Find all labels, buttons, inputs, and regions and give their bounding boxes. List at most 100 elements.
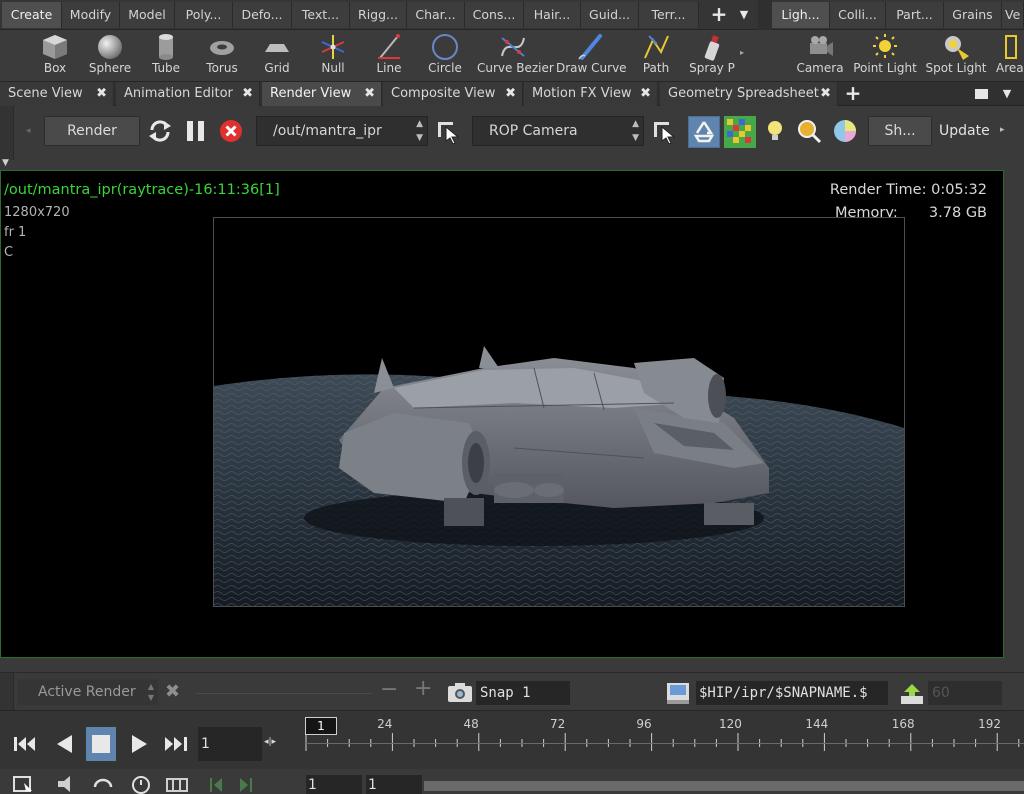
realtime-icon[interactable] bbox=[128, 773, 154, 794]
jump-to-end-icon[interactable] bbox=[161, 727, 191, 761]
close-icon[interactable]: ✖ bbox=[640, 82, 651, 106]
shelf-tab-hair[interactable]: Hair... bbox=[524, 2, 581, 28]
shelf-tab-guide[interactable]: Guid... bbox=[581, 2, 639, 28]
shelf-tab-modify[interactable]: Modify bbox=[62, 2, 120, 28]
shelf-tab-rigging[interactable]: Rigg... bbox=[350, 2, 407, 28]
shelf-tab-create[interactable]: Create bbox=[2, 2, 62, 28]
collapse-toolbar-icon[interactable]: ▼ bbox=[2, 158, 9, 168]
torus-tool[interactable]: Torus bbox=[191, 30, 253, 82]
add-snapshot-icon[interactable]: + bbox=[414, 676, 432, 701]
shelf-tab-model[interactable]: Model bbox=[120, 2, 175, 28]
shelf-tab-deform[interactable]: Defo... bbox=[233, 2, 292, 28]
point-light-tool[interactable]: Point Light bbox=[849, 30, 921, 82]
tab-animation-editor[interactable]: Animation Editor ✖ bbox=[116, 82, 260, 106]
play-reverse-icon[interactable] bbox=[50, 727, 80, 761]
pick-camera-icon[interactable] bbox=[652, 118, 678, 144]
clear-snapshot-icon[interactable]: ✖ bbox=[165, 679, 180, 705]
pick-rop-icon[interactable] bbox=[436, 118, 462, 144]
snapshot-slider[interactable] bbox=[196, 693, 372, 694]
save-snapshot-icon[interactable] bbox=[664, 680, 692, 706]
add-shelf-icon[interactable]: + bbox=[706, 2, 732, 28]
auto-update-toggle[interactable] bbox=[688, 116, 720, 148]
timeline[interactable] bbox=[300, 711, 1024, 769]
range-start-field[interactable]: 1 bbox=[306, 775, 362, 794]
close-icon[interactable]: ✖ bbox=[505, 82, 516, 106]
jump-to-start-icon[interactable] bbox=[10, 727, 40, 761]
stop-playback-button[interactable] bbox=[86, 727, 116, 761]
path-tool[interactable]: Path bbox=[625, 30, 687, 82]
snapshot-disk-icon[interactable] bbox=[898, 680, 926, 706]
stop-render-icon[interactable] bbox=[218, 118, 244, 144]
curve-bezier-tool[interactable]: Curve Bezier bbox=[477, 30, 554, 82]
keyframe-icon[interactable] bbox=[10, 773, 36, 794]
shelf-tab-character[interactable]: Char... bbox=[407, 2, 465, 28]
pause-icon[interactable] bbox=[183, 118, 209, 144]
frame-range-slider[interactable] bbox=[424, 781, 1024, 791]
render-button[interactable]: Render bbox=[44, 116, 140, 146]
line-tool[interactable]: Line bbox=[358, 30, 420, 82]
tab-scene-view[interactable]: Scene View ✖ bbox=[0, 82, 114, 106]
camera-tool[interactable]: Camera bbox=[789, 30, 851, 82]
grid-tool[interactable]: Grid bbox=[246, 30, 308, 82]
step-frame-icon[interactable]: ◂|▸ bbox=[264, 737, 276, 747]
snapshot-bar-handle[interactable] bbox=[0, 673, 14, 711]
light-bulb-icon[interactable] bbox=[762, 118, 788, 144]
shelf-tab-texture[interactable]: Text... bbox=[292, 2, 350, 28]
tab-composite-view[interactable]: Composite View ✖ bbox=[383, 82, 523, 106]
area-light-tool[interactable]: Area bbox=[992, 30, 1024, 82]
close-icon[interactable]: ✖ bbox=[242, 82, 253, 106]
spray-paint-tool[interactable]: Spray P bbox=[681, 30, 743, 82]
toolbar-scroll-right-icon[interactable]: ▸ bbox=[1000, 125, 1005, 135]
color-correction-icon[interactable] bbox=[832, 118, 858, 144]
loop-icon[interactable] bbox=[90, 773, 116, 794]
toolbar-scroll-left-icon[interactable]: ◂ bbox=[26, 126, 31, 136]
current-frame-field[interactable]: 1 bbox=[198, 727, 262, 761]
null-tool[interactable]: Null bbox=[302, 30, 364, 82]
update-button[interactable]: Update bbox=[939, 116, 990, 146]
refresh-icon[interactable] bbox=[147, 118, 173, 144]
active-render-select[interactable]: Active Render ▲ ▼ bbox=[18, 679, 158, 705]
shelf-tab-terrain[interactable]: Terr... bbox=[639, 2, 699, 28]
checker-preview-icon[interactable] bbox=[724, 116, 756, 148]
shelf-tab-vellum[interactable]: Ve bbox=[1002, 2, 1024, 28]
shelf-tab-constraints[interactable]: Cons... bbox=[465, 2, 524, 28]
snapshot-count-field[interactable]: 60 bbox=[928, 681, 1002, 705]
camera-select[interactable]: ROP Camera ▲ ▼ bbox=[472, 116, 644, 146]
shelf-tab-particles[interactable]: Part... bbox=[886, 2, 944, 28]
box-tool[interactable]: Box bbox=[24, 30, 86, 82]
add-pane-tab-icon[interactable]: + bbox=[842, 82, 864, 106]
play-forward-icon[interactable] bbox=[124, 727, 154, 761]
render-viewport[interactable]: /out/mantra_ipr(raytrace)-16:11:36[1] 12… bbox=[0, 170, 1004, 658]
tab-motion-fx-view[interactable]: Motion FX View ✖ bbox=[524, 82, 658, 106]
maximize-pane-icon[interactable] bbox=[975, 89, 988, 99]
spot-light-tool[interactable]: Spot Light bbox=[921, 30, 991, 82]
draw-curve-tool[interactable]: Draw Curve bbox=[556, 30, 627, 82]
range-end-field[interactable]: 1 bbox=[366, 775, 422, 794]
shelf-menu-chevron-icon[interactable]: ▼ bbox=[734, 2, 754, 28]
tab-geometry-spreadsheet[interactable]: Geometry Spreadsheet ✖ bbox=[660, 82, 838, 106]
tab-render-view[interactable]: Render View ✖ bbox=[262, 82, 382, 106]
snapshot-name-field[interactable]: Snap 1 bbox=[476, 681, 570, 705]
shading-menu-button[interactable]: Sh... bbox=[868, 116, 932, 146]
remove-snapshot-icon[interactable]: − bbox=[380, 677, 398, 702]
toolbar-handle[interactable] bbox=[0, 106, 14, 160]
shelf-tab-lights[interactable]: Ligh... bbox=[772, 2, 830, 28]
close-icon[interactable]: ✖ bbox=[364, 82, 375, 106]
timeline-cursor-label[interactable]: 1 bbox=[305, 717, 337, 735]
close-icon[interactable]: ✖ bbox=[96, 82, 107, 106]
render-region-zoom-icon[interactable] bbox=[796, 118, 822, 144]
global-animation-options-icon[interactable] bbox=[164, 773, 190, 794]
previous-key-icon[interactable] bbox=[204, 773, 230, 794]
shelf-tab-grains[interactable]: Grains bbox=[944, 2, 1002, 28]
tube-tool[interactable]: Tube bbox=[135, 30, 197, 82]
shelf-tab-collisions[interactable]: Colli... bbox=[830, 2, 886, 28]
pane-menu-chevron-icon[interactable]: ▼ bbox=[997, 82, 1017, 106]
snapshot-path-field[interactable]: $HIP/ipr/$SNAPNAME.$ bbox=[696, 681, 888, 705]
sphere-tool[interactable]: Sphere bbox=[79, 30, 141, 82]
close-icon[interactable]: ✖ bbox=[820, 82, 831, 106]
next-key-icon[interactable] bbox=[232, 773, 258, 794]
audio-icon[interactable] bbox=[52, 773, 78, 794]
circle-tool[interactable]: Circle bbox=[414, 30, 476, 82]
more-tools-arrow-icon[interactable]: ▸ bbox=[740, 48, 744, 57]
rop-path-select[interactable]: /out/mantra_ipr ▲ ▼ bbox=[256, 116, 428, 146]
